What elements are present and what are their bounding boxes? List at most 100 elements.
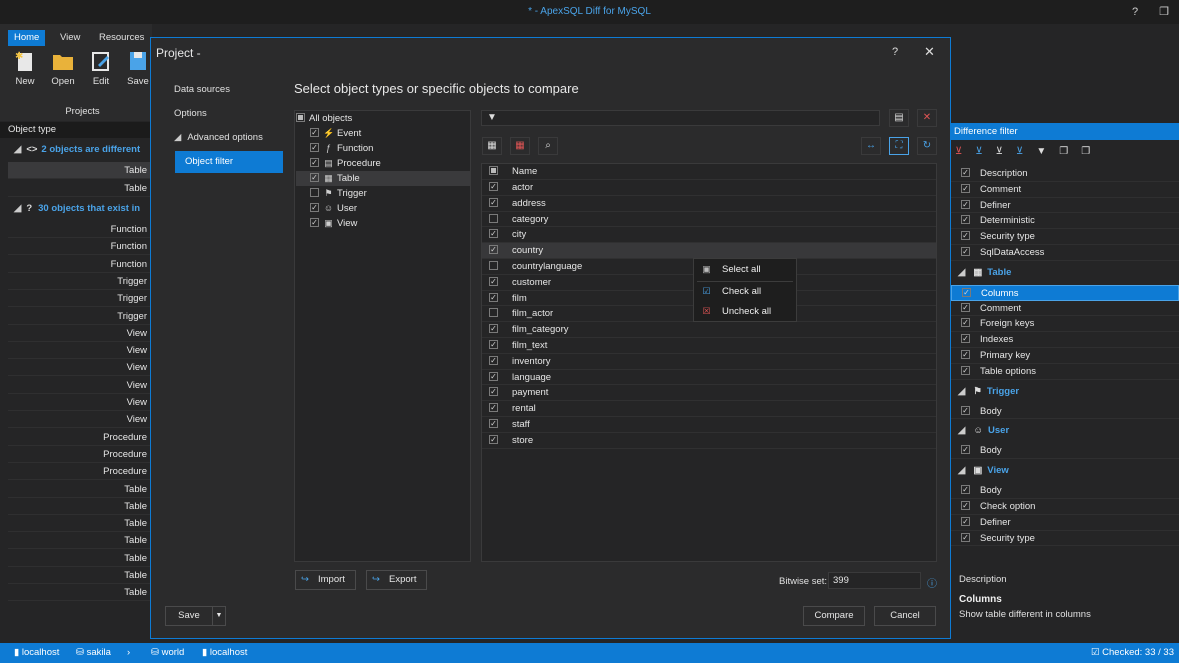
filter-checkbox[interactable] — [961, 516, 970, 526]
table-row[interactable]: View — [8, 359, 152, 377]
tree-item-checkbox[interactable] — [310, 217, 319, 227]
tree-item-checkbox[interactable] — [310, 187, 319, 197]
table-row[interactable]: Function — [8, 256, 152, 273]
filter-row-view[interactable]: Body — [951, 483, 1179, 499]
object-checkbox[interactable] — [489, 434, 498, 444]
export-button[interactable]: ↪ Export — [366, 570, 427, 590]
filter-add-icon[interactable]: ⊻ — [975, 146, 995, 157]
object-checkbox[interactable] — [489, 229, 498, 239]
table-row[interactable]: Table — [8, 180, 152, 197]
table-row[interactable]: View — [8, 411, 152, 429]
table-row[interactable]: Table — [8, 532, 152, 550]
object-checkbox[interactable] — [489, 418, 498, 428]
tree-item-trigger[interactable]: ⚑ Trigger — [296, 186, 470, 201]
filter-checkbox[interactable] — [961, 349, 970, 359]
clear-filter-icon[interactable]: ⊻ — [955, 146, 975, 157]
cancel-button[interactable]: Cancel — [874, 606, 936, 626]
filter-row-top[interactable]: Deterministic — [951, 213, 1179, 230]
tree-item-procedure[interactable]: ▤ Procedure — [296, 156, 470, 171]
bitwise-input[interactable]: 399 — [828, 572, 921, 589]
table-row[interactable]: View — [8, 394, 152, 411]
object-type-header[interactable]: Object type — [0, 122, 152, 138]
filter-row-table[interactable]: Primary key — [951, 348, 1179, 364]
filter-group-trigger[interactable]: ◢ ⚑ Trigger — [951, 382, 1179, 402]
filter-row-user[interactable]: Body — [951, 443, 1179, 460]
import-button[interactable]: ↪ Import — [295, 570, 356, 590]
tree-item-checkbox[interactable] — [310, 202, 319, 212]
save-button[interactable]: Save — [165, 606, 213, 626]
object-row[interactable]: payment — [482, 385, 936, 402]
object-row[interactable]: rental — [482, 401, 936, 417]
table-row[interactable]: Table — [8, 584, 152, 602]
filter-row-top[interactable]: Comment — [951, 182, 1179, 198]
autofit-button[interactable]: ↔ — [861, 137, 881, 155]
table-row[interactable]: View — [8, 342, 152, 360]
filter-row-view[interactable]: Definer — [951, 515, 1179, 531]
tab-resources[interactable]: Resources — [93, 30, 150, 46]
object-checkbox[interactable] — [489, 339, 498, 349]
filter-checkbox[interactable] — [961, 485, 970, 495]
filter-row-view[interactable]: Check option — [951, 499, 1179, 515]
object-row[interactable]: staff — [482, 417, 936, 433]
filter-row-table[interactable]: Comment — [951, 301, 1179, 317]
grid-view-button[interactable]: ▦ — [482, 137, 502, 155]
table-row[interactable]: Table — [8, 481, 152, 498]
filter-checkbox[interactable] — [961, 532, 970, 542]
tree-item-user[interactable]: ☺User — [296, 201, 470, 216]
open-button[interactable]: Open — [46, 50, 80, 87]
table-row[interactable]: Trigger — [8, 273, 152, 290]
menu-uncheck-all[interactable]: ☒ Uncheck all — [696, 303, 794, 321]
save-dropdown-button[interactable]: ▼ — [212, 606, 226, 626]
table-row[interactable]: Table — [8, 162, 152, 179]
table-row[interactable]: Procedure — [8, 446, 152, 463]
object-checkbox[interactable] — [489, 292, 498, 302]
info-icon[interactable]: ⓘ — [927, 575, 937, 590]
object-checkbox[interactable] — [489, 355, 498, 365]
tree-item-checkbox[interactable] — [310, 142, 319, 152]
tree-item-table[interactable]: ▦ Table — [296, 171, 470, 186]
table-row[interactable]: Procedure — [8, 463, 152, 481]
filter-checkbox[interactable] — [961, 167, 970, 177]
object-row[interactable]: actor — [482, 180, 936, 196]
table-row[interactable]: Function — [8, 221, 152, 238]
object-row[interactable]: city — [482, 227, 936, 244]
filter-checkbox[interactable] — [961, 246, 970, 256]
table-row[interactable]: Procedure — [8, 429, 152, 446]
tree-item-checkbox[interactable] — [310, 157, 319, 167]
help-icon[interactable]: ? — [1128, 5, 1142, 19]
tree-root[interactable]: All objects — [296, 111, 470, 126]
table-row[interactable]: Function — [8, 238, 152, 256]
table-row[interactable]: Table — [8, 515, 152, 533]
filter-checkbox[interactable] — [961, 231, 970, 241]
filter-checkbox[interactable] — [961, 215, 970, 225]
status-server2[interactable]: ▮ localhost — [202, 647, 247, 658]
filter-checkbox[interactable] — [962, 287, 971, 297]
collapse-all-icon[interactable]: ❐ — [1059, 146, 1081, 157]
compare-button[interactable]: Compare — [803, 606, 865, 626]
table-row[interactable]: View — [8, 325, 152, 342]
dialog-help-icon[interactable]: ? — [892, 46, 898, 58]
filter-checkbox[interactable] — [961, 500, 970, 510]
filter-checkbox[interactable] — [961, 445, 970, 455]
new-button[interactable]: ✱ New — [8, 50, 42, 87]
object-checkbox[interactable] — [489, 181, 498, 191]
object-checkbox[interactable] — [489, 213, 498, 223]
status-db[interactable]: ⛁ sakila — [76, 647, 111, 658]
filter-checkbox[interactable] — [961, 199, 970, 209]
object-checkbox[interactable] — [489, 197, 498, 207]
table-row[interactable]: Table — [8, 567, 152, 584]
select-all-checkbox[interactable] — [489, 165, 498, 175]
filter-row-top[interactable]: SqlDataAccess — [951, 245, 1179, 261]
object-checkbox[interactable] — [489, 324, 498, 334]
edit-button[interactable]: Edit — [84, 50, 118, 87]
object-list-header[interactable]: Name — [482, 164, 936, 180]
object-row[interactable]: film_text — [482, 338, 936, 354]
tab-home[interactable]: Home — [8, 30, 46, 46]
object-row[interactable]: film_category — [482, 322, 936, 338]
fit-button[interactable]: ⛶ — [889, 137, 909, 155]
filter-options-button[interactable]: ▤ — [889, 109, 909, 127]
nav-object-filter[interactable]: Object filter — [175, 151, 283, 173]
filter-row-trigger[interactable]: Body — [951, 404, 1179, 420]
tab-view[interactable]: View — [54, 30, 86, 46]
filter-icon[interactable]: ⊻ — [996, 146, 1016, 157]
